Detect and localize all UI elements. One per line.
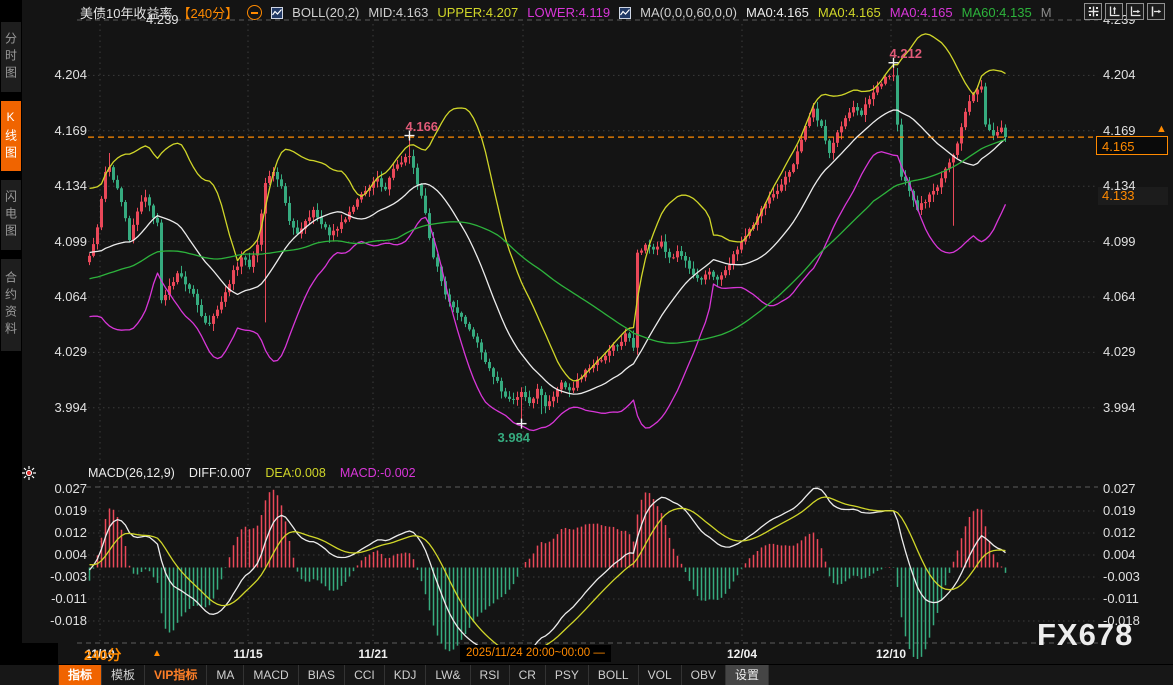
macd-y-label-left: -0.011 — [45, 591, 87, 607]
macd-y-label-left: 0.004 — [45, 547, 87, 563]
macd-y-label-right: 0.004 — [1103, 547, 1136, 563]
x-axis-date-label: 11/15 — [233, 647, 262, 661]
macd-diff-value: DIFF:0.007 — [189, 466, 252, 480]
macd-macd-value: MACD:-0.002 — [340, 466, 416, 480]
sidebar-tab-contract-info[interactable]: 合约资料 — [1, 259, 21, 351]
toolbar-tab-MACD[interactable]: MACD — [244, 665, 298, 685]
macd-y-label-right: 0.019 — [1103, 503, 1136, 519]
macd-y-label-left: 0.027 — [45, 481, 87, 497]
x-axis-scale-icon[interactable] — [1126, 3, 1144, 20]
toolbar-tab-CR[interactable]: CR — [510, 665, 546, 685]
toolbar-tab-PSY[interactable]: PSY — [546, 665, 589, 685]
symbol-title: 美债10年收益率 — [80, 3, 172, 22]
macd-y-label-left: -0.018 — [45, 613, 87, 629]
y-axis-scale-icon[interactable] — [1105, 3, 1123, 20]
sidebar-tab-candle-chart[interactable]: K线图 — [1, 101, 21, 171]
x-axis-date-label: 12/04 — [727, 647, 757, 661]
y-axis-label-left: 4.134 — [45, 178, 87, 194]
boll-indicator-icon[interactable] — [271, 7, 283, 19]
toolbar-tab-MA[interactable]: MA — [207, 665, 244, 685]
x-axis-date-label: 11/21 — [358, 647, 387, 661]
timeframe-dropdown-icon[interactable]: ▲ — [152, 648, 162, 659]
sidebar-tab-time-chart[interactable]: 分时图 — [1, 22, 21, 92]
y-axis-label-right: 4.204 — [1103, 67, 1136, 83]
boll-mid-value: MID:4.163 — [368, 5, 428, 20]
macd-y-label-left: 0.012 — [45, 525, 87, 541]
jump-to-latest-icon[interactable] — [1147, 3, 1165, 20]
latest-price-arrow-icon[interactable]: ▲ — [1156, 123, 1167, 135]
sidebar-tab-flash-chart[interactable]: 闪电图 — [1, 180, 21, 250]
y-axis-label-left: 3.994 — [45, 400, 87, 416]
toolbar-tab-BOLL[interactable]: BOLL — [589, 665, 639, 685]
macd-y-label-right: 0.012 — [1103, 525, 1136, 541]
macd-dea-value: DEA:0.008 — [265, 466, 325, 480]
chart-header: 美债10年收益率 【240分】 BOLL(20,2) MID:4.163 UPP… — [80, 3, 1052, 22]
y-axis-label-left: 4.169 — [45, 123, 87, 139]
toolbar-tab-CCI[interactable]: CCI — [345, 665, 385, 685]
chart-canvas[interactable] — [0, 0, 1173, 685]
toolbar-tab-设置[interactable]: 设置 — [726, 665, 769, 685]
macd-y-label-left: -0.003 — [45, 569, 87, 585]
ma60-value: MA60:4.135 — [962, 5, 1032, 20]
macd-y-label-right: 0.027 — [1103, 481, 1136, 497]
toolbar-tab-LW&[interactable]: LW& — [426, 665, 470, 685]
price-annotation: 3.984 — [498, 430, 531, 445]
ma0-magenta-value: MA0:4.165 — [890, 5, 953, 20]
y-axis-label-right: 4.029 — [1103, 344, 1136, 360]
boll-label: BOLL(20,2) — [292, 5, 359, 20]
toolbar-tab-VOL[interactable]: VOL — [639, 665, 682, 685]
period-tag: 【240分】 — [177, 3, 238, 22]
pan-icon[interactable] — [1084, 3, 1102, 20]
crosshair-date-readout: 2025/11/24 20:00~00:00 — — [460, 645, 611, 662]
indicator-toolbar: 指标模板VIP指标MAMACDBIASCCIKDJLW&RSICRPSYBOLL… — [0, 664, 1173, 685]
y-axis-label-left: 4.204 — [45, 67, 87, 83]
macd-title: MACD(26,12,9) — [88, 466, 175, 480]
chart-window: 美债10年收益率 【240分】 BOLL(20,2) MID:4.163 UPP… — [0, 0, 1173, 685]
toolbar-tab-BIAS[interactable]: BIAS — [299, 665, 345, 685]
y-axis-label-right: 4.134 — [1103, 178, 1136, 194]
macd-y-label-left: 0.019 — [45, 503, 87, 519]
toolbar-tab-RSI[interactable]: RSI — [471, 665, 510, 685]
ma-suffix: M — [1041, 5, 1052, 20]
y-axis-label-right: 4.064 — [1103, 289, 1136, 305]
price-annotation: 4.212 — [890, 46, 923, 61]
y-axis-label-left: 4.029 — [45, 344, 87, 360]
collapse-icon[interactable] — [247, 5, 262, 20]
toolbar-tab-VIP指标[interactable]: VIP指标 — [145, 665, 207, 685]
boll-lower-value: LOWER:4.119 — [527, 5, 610, 20]
macd-y-label-right: -0.003 — [1103, 569, 1140, 585]
toolbar-tab-OBV[interactable]: OBV — [682, 665, 726, 685]
indicator-settings-icon[interactable] — [22, 466, 36, 485]
y-axis-label-right: 4.099 — [1103, 234, 1136, 250]
y-axis-label-left: 4.064 — [45, 289, 87, 305]
window-controls — [1084, 3, 1165, 20]
y-axis-label-right: 4.169 — [1103, 123, 1136, 139]
ma0-white-value: MA0:4.165 — [746, 5, 809, 20]
last-price-tag: 4.165 — [1096, 136, 1168, 155]
timeframe-label[interactable]: 240分 — [84, 645, 121, 665]
macd-header: MACD(26,12,9) DIFF:0.007 DEA:0.008 MACD:… — [88, 466, 416, 480]
toolbar-tab-KDJ[interactable]: KDJ — [385, 665, 427, 685]
macd-y-label-right: -0.011 — [1103, 591, 1139, 607]
toolbar-tab-模板[interactable]: 模板 — [102, 665, 145, 685]
toolbar-tab-指标[interactable]: 指标 — [58, 665, 102, 685]
boll-upper-value: UPPER:4.207 — [437, 5, 518, 20]
x-axis-date-label: 12/10 — [876, 647, 906, 661]
ma-label: MA(0,0,0,60,0,0) — [640, 5, 737, 20]
sidebar: 分时图 K线图 闪电图 合约资料 — [0, 0, 22, 643]
y-axis-label-right: 3.994 — [1103, 400, 1136, 416]
ma-indicator-icon[interactable] — [619, 7, 631, 19]
ma0-yellow-value: MA0:4.165 — [818, 5, 881, 20]
price-annotation: 4.166 — [406, 119, 439, 134]
watermark: FX678 — [1037, 617, 1133, 653]
y-axis-label-left: 4.099 — [45, 234, 87, 250]
